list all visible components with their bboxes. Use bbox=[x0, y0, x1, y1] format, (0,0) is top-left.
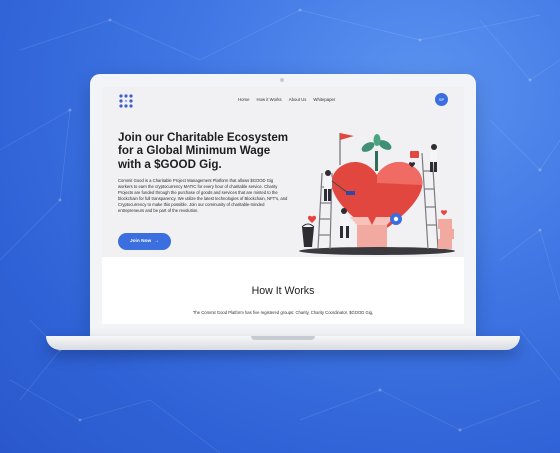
how-it-works-text: The Commit Good Platform has five regist… bbox=[192, 310, 374, 315]
hero-description: Commit Good is a Charitable Project Mana… bbox=[118, 178, 288, 213]
headline-line-3: with a $GOOD Gig. bbox=[118, 157, 222, 171]
hero-headline: Join our Charitable Ecosystem for a Glob… bbox=[118, 131, 298, 171]
laptop-screen-frame: Home How it Works About Us Whitepaper SP… bbox=[90, 74, 476, 336]
join-now-button[interactable]: Join Now → bbox=[118, 233, 171, 250]
nav-link-home[interactable]: Home bbox=[238, 97, 249, 102]
how-it-works-title: How It Works bbox=[251, 285, 315, 297]
arrow-right-icon: → bbox=[154, 239, 160, 244]
laptop-notch bbox=[251, 336, 315, 340]
user-avatar[interactable]: SP bbox=[435, 93, 448, 106]
headline-line-2: for a Global Minimum Wage bbox=[118, 144, 271, 158]
nav-link-whitepaper[interactable]: Whitepaper bbox=[313, 97, 335, 102]
laptop-base bbox=[46, 336, 520, 350]
hero-section: Home How it Works About Us Whitepaper SP… bbox=[102, 87, 464, 257]
nav-link-about-us[interactable]: About Us bbox=[289, 97, 307, 102]
website-screen: Home How it Works About Us Whitepaper SP… bbox=[102, 87, 464, 324]
nav-links: Home How it Works About Us Whitepaper bbox=[238, 97, 335, 102]
join-now-label: Join Now bbox=[129, 239, 152, 244]
nav-link-how-it-works[interactable]: How it Works bbox=[256, 97, 281, 102]
camera-dot bbox=[280, 78, 284, 82]
charity-heart-volunteers-illustration bbox=[299, 133, 455, 255]
dot-grid-logo-icon[interactable] bbox=[118, 93, 134, 109]
top-navigation: Home How it Works About Us Whitepaper SP bbox=[102, 87, 464, 113]
headline-line-1: Join our Charitable Ecosystem bbox=[118, 131, 289, 144]
